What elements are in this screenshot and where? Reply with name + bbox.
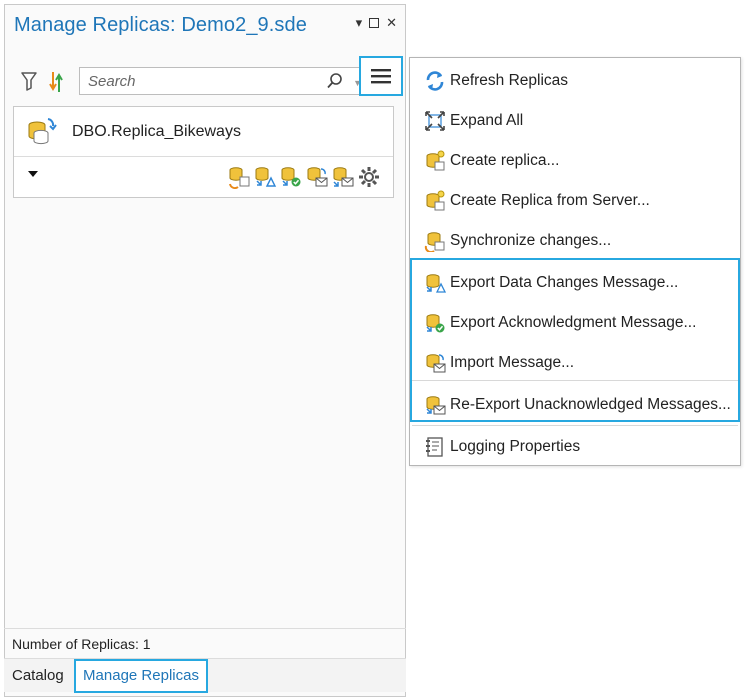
create-replica-server-icon <box>426 190 445 211</box>
hamburger-menu-icon <box>371 69 391 84</box>
replica-properties-gear-icon[interactable] <box>357 165 381 189</box>
logging-properties-icon <box>426 437 443 457</box>
sort-icon[interactable] <box>49 71 63 93</box>
menu-item-create-replica-from-server[interactable]: Create Replica from Server... <box>410 181 740 221</box>
replica-actions-row <box>14 157 393 198</box>
tab-manage-replicas[interactable]: Manage Replicas <box>74 659 208 693</box>
pane-options-dropdown-icon[interactable]: ▾ <box>356 16 363 30</box>
pane-tab-strip: Catalog Manage Replicas <box>4 658 406 693</box>
pane-window-controls: ▾ ✕ <box>356 16 397 30</box>
replica-row[interactable]: DBO.Replica_Bikeways <box>14 107 393 157</box>
synchronize-icon <box>424 232 445 252</box>
export-data-changes-icon[interactable] <box>253 165 277 189</box>
menu-item-create-replica[interactable]: Create replica... <box>410 141 740 181</box>
options-menu-button[interactable] <box>359 56 403 96</box>
replica-card: DBO.Replica_Bikeways <box>13 106 394 198</box>
menu-separator <box>412 425 738 426</box>
pane-title: Manage Replicas: Demo2_9.sde <box>14 14 307 36</box>
replica-action-icons <box>227 165 381 189</box>
close-pane-icon[interactable]: ✕ <box>386 16 397 30</box>
search-input[interactable] <box>86 71 316 91</box>
replica-database-icon <box>28 118 57 145</box>
pane-toolbar: ▼ <box>15 63 403 103</box>
filter-icon[interactable] <box>21 71 37 91</box>
synchronize-changes-icon[interactable] <box>227 165 251 189</box>
message-commands-highlight <box>410 258 740 422</box>
menu-item-refresh-replicas[interactable]: Refresh Replicas <box>410 61 740 101</box>
restore-window-icon[interactable] <box>369 18 380 28</box>
menu-item-logging-properties[interactable]: Logging Properties <box>410 427 740 467</box>
replica-name: DBO.Replica_Bikeways <box>72 123 241 140</box>
import-message-icon[interactable] <box>305 165 329 189</box>
tab-catalog[interactable]: Catalog <box>6 659 70 693</box>
refresh-icon <box>426 71 444 91</box>
search-icon[interactable] <box>326 72 344 90</box>
menu-item-expand-all[interactable]: Expand All <box>410 101 740 141</box>
expand-all-icon <box>425 111 445 131</box>
create-replica-icon <box>426 150 445 171</box>
menu-item-synchronize-changes[interactable]: Synchronize changes... <box>410 221 740 261</box>
export-acknowledgment-icon[interactable] <box>279 165 303 189</box>
expand-replica-chevron-icon[interactable] <box>28 171 38 177</box>
search-box[interactable]: ▼ <box>79 67 369 95</box>
re-export-unacknowledged-icon[interactable] <box>331 165 355 189</box>
